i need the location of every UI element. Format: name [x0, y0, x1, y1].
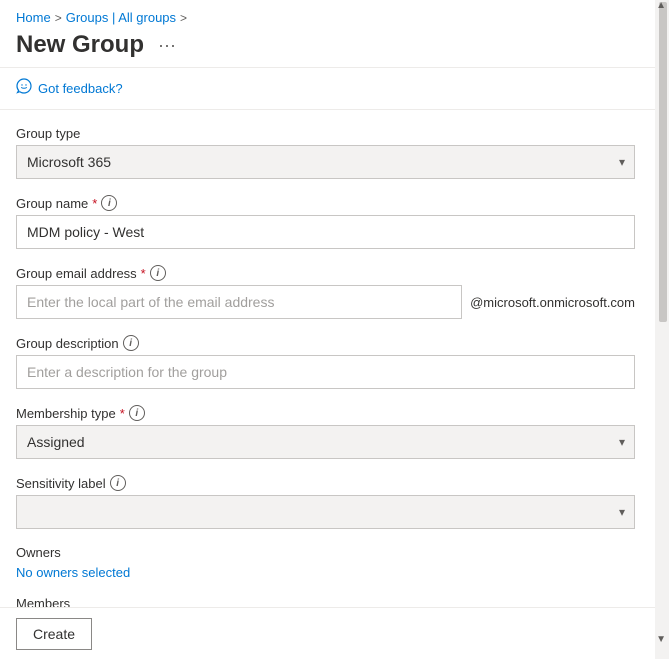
email-domain: @microsoft.onmicrosoft.com [470, 295, 635, 310]
group-type-select[interactable]: Microsoft 365 Security Mail-enabled secu… [16, 145, 635, 179]
group-type-group: Group type Microsoft 365 Security Mail-e… [16, 126, 635, 179]
membership-type-select-wrapper: Assigned Dynamic User Dynamic Device ▾ [16, 425, 635, 459]
group-description-group: Group description i [16, 335, 635, 389]
footer-bar: Create [0, 607, 655, 659]
membership-type-label: Membership type * i [16, 405, 635, 421]
sensitivity-label-group: Sensitivity label i ▾ [16, 475, 635, 529]
membership-type-group: Membership type * i Assigned Dynamic Use… [16, 405, 635, 459]
main-content: Group type Microsoft 365 Security Mail-e… [0, 110, 655, 629]
no-owners-link[interactable]: No owners selected [16, 565, 130, 580]
group-email-required: * [141, 266, 146, 281]
group-email-input[interactable] [16, 285, 462, 319]
owners-label: Owners [16, 545, 635, 560]
group-description-info-icon[interactable]: i [123, 335, 139, 351]
breadcrumb-groups[interactable]: Groups | All groups [66, 10, 176, 25]
sensitivity-label-select[interactable] [16, 495, 635, 529]
breadcrumb: Home > Groups | All groups > [0, 0, 655, 29]
page-title: New Group [16, 31, 144, 59]
breadcrumb-sep-2: > [180, 11, 187, 25]
email-input-wrap [16, 285, 462, 319]
create-button[interactable]: Create [16, 618, 92, 650]
breadcrumb-home[interactable]: Home [16, 10, 51, 25]
group-name-group: Group name * i [16, 195, 635, 249]
feedback-label: Got feedback? [38, 81, 123, 96]
group-name-input[interactable] [16, 215, 635, 249]
group-name-label: Group name * i [16, 195, 635, 211]
membership-type-select[interactable]: Assigned Dynamic User Dynamic Device [16, 425, 635, 459]
group-email-info-icon[interactable]: i [150, 265, 166, 281]
group-email-group: Group email address * i @microsoft.onmic… [16, 265, 635, 319]
group-description-label: Group description i [16, 335, 635, 351]
email-row: @microsoft.onmicrosoft.com [16, 285, 635, 319]
membership-type-required: * [120, 406, 125, 421]
scrollbar-thumb[interactable] [659, 2, 667, 322]
scrollbar[interactable]: ▼ ▲ [655, 0, 669, 659]
feedback-icon [16, 78, 32, 99]
group-type-select-wrapper: Microsoft 365 Security Mail-enabled secu… [16, 145, 635, 179]
sensitivity-label-info-icon[interactable]: i [110, 475, 126, 491]
form-container: Group type Microsoft 365 Security Mail-e… [16, 126, 635, 629]
feedback-bar[interactable]: Got feedback? [0, 68, 655, 109]
breadcrumb-sep-1: > [55, 11, 62, 25]
scroll-down-arrow[interactable]: ▼ [656, 634, 666, 645]
page-header: New Group ··· [0, 29, 655, 67]
group-description-input[interactable] [16, 355, 635, 389]
scroll-up-arrow[interactable]: ▲ [656, 0, 666, 11]
group-email-label: Group email address * i [16, 265, 635, 281]
sensitivity-label-label: Sensitivity label i [16, 475, 635, 491]
sensitivity-label-select-wrapper: ▾ [16, 495, 635, 529]
owners-section: Owners No owners selected [16, 545, 635, 580]
group-type-label: Group type [16, 126, 635, 141]
group-name-required: * [92, 196, 97, 211]
group-name-info-icon[interactable]: i [101, 195, 117, 211]
membership-type-info-icon[interactable]: i [129, 405, 145, 421]
more-options-icon[interactable]: ··· [152, 33, 182, 58]
